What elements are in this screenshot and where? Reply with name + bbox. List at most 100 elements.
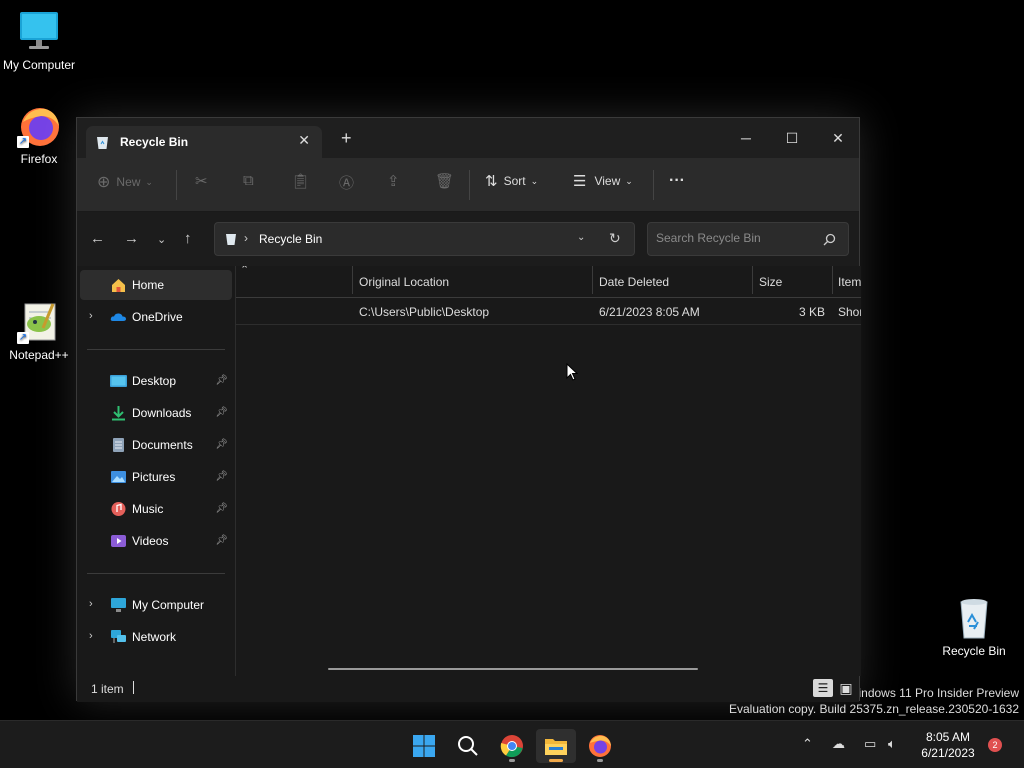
sidebar-item-documents[interactable]: Documents 📌︎ bbox=[80, 430, 232, 460]
horizontal-scrollbar[interactable] bbox=[328, 668, 698, 670]
notepad-plus-plus-icon: ↗ bbox=[17, 300, 61, 344]
close-tab-icon[interactable]: ✕ bbox=[298, 132, 310, 149]
search-button[interactable] bbox=[448, 729, 488, 763]
minimize-button[interactable]: ─ bbox=[723, 124, 769, 152]
breadcrumb-chevron-icon: › bbox=[244, 231, 248, 245]
sidebar-item-desktop[interactable]: Desktop 📌︎ bbox=[80, 366, 232, 396]
pin-icon[interactable]: 📌︎ bbox=[215, 439, 228, 450]
table-row[interactable]: C:\Users\Public\Desktop 6/21/2023 8:05 A… bbox=[236, 298, 861, 325]
cell-original-location: C:\Users\Public\Desktop bbox=[359, 305, 490, 319]
scissors-icon: ✂ bbox=[195, 173, 208, 190]
sidebar-item-my-computer[interactable]: › My Computer bbox=[80, 590, 232, 620]
breadcrumb[interactable]: Recycle Bin bbox=[259, 232, 322, 246]
column-divider[interactable] bbox=[832, 266, 833, 294]
recycle-bin-icon bbox=[97, 137, 108, 149]
new-button[interactable]: ⊕ New ⌄ bbox=[97, 172, 153, 192]
sidebar-item-label: Music bbox=[132, 502, 164, 516]
monitor-icon bbox=[17, 10, 61, 54]
show-hidden-icons-chevron-icon[interactable]: ⌃ bbox=[802, 736, 813, 752]
taskbar-chrome[interactable] bbox=[492, 729, 532, 763]
pin-icon[interactable]: 📌︎ bbox=[215, 471, 228, 482]
column-original-location[interactable]: Original Location bbox=[359, 275, 449, 289]
column-divider[interactable] bbox=[592, 266, 593, 294]
rename-button[interactable]: Ⓐ bbox=[339, 172, 354, 193]
cloud-icon bbox=[110, 313, 126, 321]
column-divider[interactable] bbox=[752, 266, 753, 294]
navigation-pane: Home › OneDrive Desktop 📌︎ Downloads 📌︎ … bbox=[77, 266, 235, 676]
clock[interactable]: 8:05 AM 6/21/2023 bbox=[912, 729, 984, 761]
back-arrow-icon[interactable]: ← bbox=[90, 230, 105, 247]
expand-chevron-icon[interactable]: › bbox=[89, 310, 93, 322]
desktop-icon-notepad-plus-plus[interactable]: ↗ Notepad++ bbox=[1, 300, 77, 362]
expand-chevron-icon[interactable]: › bbox=[89, 598, 93, 610]
desktop-folder-icon bbox=[110, 375, 127, 387]
refresh-icon[interactable]: ↻ bbox=[609, 230, 621, 247]
network-status-icon[interactable]: ▭ bbox=[864, 736, 876, 752]
chevron-down-icon: ⌄ bbox=[145, 176, 153, 187]
video-icon bbox=[111, 535, 126, 547]
sidebar-item-network[interactable]: › Network bbox=[80, 622, 232, 652]
clipboard-icon: 📋︎ bbox=[291, 173, 311, 190]
sidebar-item-home[interactable]: Home bbox=[80, 270, 232, 300]
pin-icon[interactable]: 📌︎ bbox=[215, 503, 228, 514]
firefox-icon: ↗ bbox=[17, 104, 61, 148]
large-icons-view-icon[interactable]: ▣ bbox=[837, 679, 855, 697]
taskbar-firefox[interactable] bbox=[580, 729, 620, 763]
sidebar-item-label: Downloads bbox=[132, 406, 192, 420]
address-bar[interactable]: › Recycle Bin ⌄ ↻ bbox=[214, 222, 635, 256]
new-tab-button[interactable]: + bbox=[341, 129, 352, 147]
sidebar-item-downloads[interactable]: Downloads 📌︎ bbox=[80, 398, 232, 428]
sidebar-item-onedrive[interactable]: › OneDrive bbox=[80, 302, 232, 332]
start-button[interactable] bbox=[404, 729, 444, 763]
paste-button[interactable]: 📋︎ bbox=[291, 172, 310, 190]
address-dropdown-icon[interactable]: ⌄ bbox=[577, 232, 585, 243]
pin-icon[interactable]: 📌︎ bbox=[215, 535, 228, 546]
desktop-icon-my-computer[interactable]: My Computer bbox=[1, 10, 77, 72]
up-arrow-icon[interactable]: ↑ bbox=[184, 230, 192, 247]
title-bar[interactable]: Recycle Bin ✕ + ─ ☐ ✕ bbox=[77, 118, 859, 158]
column-date-deleted[interactable]: Date Deleted bbox=[599, 275, 669, 289]
desktop-icon-label: Recycle Bin bbox=[942, 644, 1006, 658]
sidebar-item-music[interactable]: Music 📌︎ bbox=[80, 494, 232, 524]
sidebar-item-videos[interactable]: Videos 📌︎ bbox=[80, 526, 232, 556]
copy-button[interactable]: ⧉ bbox=[243, 172, 254, 189]
column-divider[interactable] bbox=[352, 266, 353, 294]
column-item-type[interactable]: Item bbox=[838, 275, 861, 289]
cut-button[interactable]: ✂ bbox=[195, 172, 208, 190]
sidebar-item-label: Network bbox=[132, 630, 177, 644]
search-input[interactable] bbox=[656, 231, 816, 245]
onedrive-offline-icon[interactable]: ☁ bbox=[832, 736, 845, 752]
view-button[interactable]: ☰ View ⌄ bbox=[573, 172, 633, 190]
expand-chevron-icon[interactable]: › bbox=[89, 630, 93, 642]
pin-icon[interactable]: 📌︎ bbox=[215, 375, 228, 386]
delete-button[interactable]: 🗑︎ bbox=[435, 172, 454, 190]
sidebar-item-pictures[interactable]: Pictures 📌︎ bbox=[80, 462, 232, 492]
pin-icon[interactable]: 📌︎ bbox=[215, 407, 228, 418]
sort-button-label: Sort bbox=[503, 174, 526, 188]
sidebar-divider bbox=[87, 349, 225, 350]
desktop-icon-firefox[interactable]: ↗ Firefox bbox=[1, 104, 77, 166]
home-icon bbox=[112, 279, 125, 292]
toolbar-divider bbox=[176, 170, 177, 200]
maximize-button[interactable]: ☐ bbox=[769, 124, 815, 152]
file-explorer-window: Recycle Bin ✕ + ─ ☐ ✕ ⊕ New ⌄ ✂ ⧉ 📋︎ Ⓐ ⇪… bbox=[76, 117, 861, 702]
tab-recycle-bin[interactable]: Recycle Bin ✕ bbox=[86, 126, 322, 158]
search-box[interactable] bbox=[647, 222, 849, 256]
recent-locations-chevron-icon[interactable]: ⌄ bbox=[157, 233, 166, 246]
sidebar-item-label: Home bbox=[132, 278, 165, 292]
desktop-icon-recycle-bin[interactable]: Recycle Bin bbox=[936, 596, 1012, 658]
item-count: 1 item bbox=[91, 682, 124, 696]
recycle-bin-icon bbox=[226, 234, 236, 245]
sidebar-divider bbox=[87, 573, 225, 574]
notification-badge[interactable]: 2 bbox=[988, 738, 1002, 752]
more-options-button[interactable]: ··· bbox=[669, 172, 685, 190]
share-button[interactable]: ⇪ bbox=[387, 172, 400, 190]
taskbar-file-explorer[interactable] bbox=[536, 729, 576, 763]
close-window-button[interactable]: ✕ bbox=[815, 124, 861, 152]
sort-button[interactable]: ⇅ Sort ⌄ bbox=[485, 172, 538, 190]
forward-arrow-icon[interactable]: → bbox=[124, 230, 139, 247]
column-size[interactable]: Size bbox=[759, 275, 782, 289]
details-view-icon[interactable]: ☰ bbox=[813, 679, 833, 697]
volume-icon[interactable]: 🔈︎ bbox=[888, 736, 896, 752]
column-header-row: ⌃ Original Location Date Deleted Size It… bbox=[236, 266, 861, 298]
